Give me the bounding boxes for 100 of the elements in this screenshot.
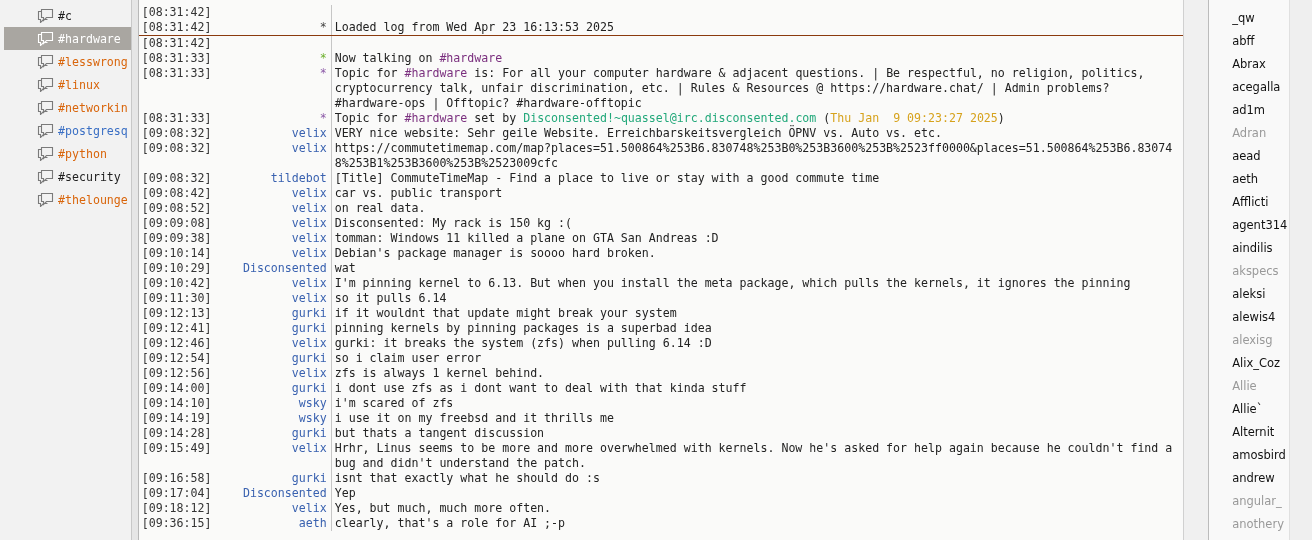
- nick: velix: [291, 501, 327, 515]
- user-list-item[interactable]: Alternit: [1232, 421, 1290, 444]
- timestamp: [09:14:19]: [141, 411, 212, 425]
- message-text: Disconsented: My rack is 150 kg :(: [334, 216, 572, 230]
- message-text: gurki: it breaks the system (zfs) when pulling 6.14 :D: [334, 336, 712, 350]
- nick: velix: [291, 126, 327, 140]
- user-list-item[interactable]: aindilis: [1232, 237, 1290, 260]
- nick: tildebot: [270, 171, 327, 185]
- nick: gurki: [291, 381, 327, 395]
- timestamp: [09:10:42]: [141, 276, 212, 290]
- chat-bubble-icon: [37, 54, 54, 69]
- channel-item[interactable]: #postgresq: [4, 119, 131, 142]
- nick: velix: [291, 201, 327, 215]
- timestamp: [09:18:12]: [141, 501, 212, 515]
- nick: velix: [291, 231, 327, 245]
- timestamp: [08:31:33]: [141, 111, 212, 125]
- message-link[interactable]: https://commutetimemap.com/map?places=51.500864%253B6.830748%253B0%253B3600%253B%2523ff0000&places=51.500864%253B6.830748%253B1%253B3600%253B%2523009cfc: [334, 141, 1180, 171]
- channel-item[interactable]: #c: [4, 4, 131, 27]
- message-text: I'm pinning kernel to 6.13. But when you install the meta package, which pulls the kernels, it ignores the pinning: [334, 276, 1131, 290]
- message-text: so i claim user error: [334, 351, 482, 365]
- message-text: i use it on my freebsd and it thrills me: [334, 411, 614, 425]
- user-list-item[interactable]: Alix_Coz: [1232, 352, 1290, 375]
- timestamp: [09:10:29]: [141, 261, 212, 275]
- message-text: if it wouldnt that update might break your system: [334, 306, 677, 320]
- timestamp: [09:12:56]: [141, 366, 212, 380]
- user-list-item[interactable]: abff: [1232, 30, 1290, 53]
- user-list-item[interactable]: aead: [1232, 145, 1290, 168]
- message-text: but thats a tangent discussion: [334, 426, 545, 440]
- message-text: isnt that exactly what he should do :s: [334, 471, 600, 485]
- timestamp: [09:08:32]: [141, 141, 212, 155]
- timestamp: [08:31:42]: [141, 5, 212, 19]
- splitter[interactable]: [130, 0, 139, 540]
- chat-bubble-icon: [37, 100, 54, 115]
- timestamp: [09:14:10]: [141, 396, 212, 410]
- message-text: Hrhr, Linus seems to be more and more overwhelmed with kernels. Now he's asked for help again because he couldn't find a bug and didn't understand the patch.: [334, 441, 1174, 470]
- user-list-item[interactable]: amosbird: [1232, 444, 1290, 467]
- message-text: VERY nice website: Sehr geile Website. Erreichbarskeitsvergleich ÖPNV vs. Auto vs. etc.: [334, 126, 942, 140]
- chat-bubble-icon: [37, 77, 54, 92]
- timestamp: [09:12:54]: [141, 351, 212, 365]
- message-text: Yep: [334, 486, 356, 500]
- timestamp: [08:31:33]: [141, 66, 212, 80]
- message-text: tomman: Windows 11 killed a plane on GTA San Andreas :D: [334, 231, 719, 245]
- nick: velix: [291, 366, 327, 380]
- timestamp: [09:36:15]: [141, 516, 212, 530]
- timestamp: [09:08:32]: [141, 126, 212, 140]
- channel-item[interactable]: #security: [4, 165, 131, 188]
- user-list-item[interactable]: aeth: [1232, 168, 1290, 191]
- user-list-item[interactable]: Allie`: [1232, 398, 1290, 421]
- message-text: zfs is always 1 kernel behind.: [334, 366, 545, 380]
- message-text: on real data.: [334, 201, 426, 215]
- timestamp: [09:09:08]: [141, 216, 212, 230]
- user-list-item[interactable]: aleksi: [1232, 283, 1290, 306]
- timestamp: [08:31:42]: [141, 20, 212, 34]
- nick: *: [319, 66, 327, 80]
- user-list-item[interactable]: ad1m: [1232, 99, 1290, 122]
- message-text: Now talking on #hardware: [334, 51, 503, 65]
- user-list-item[interactable]: alewis4: [1232, 306, 1290, 329]
- timestamp: [08:31:42]: [141, 36, 212, 50]
- nick: *: [319, 111, 327, 125]
- message-text: clearly, that's a role for AI ;-p: [334, 516, 566, 530]
- user-list-item[interactable]: _qw: [1232, 7, 1290, 30]
- nick: velix: [291, 186, 327, 200]
- nick: velix: [291, 291, 327, 305]
- user-list-item[interactable]: acegalla: [1232, 76, 1290, 99]
- timestamp: [09:08:42]: [141, 186, 212, 200]
- message-text: car vs. public transport: [334, 186, 503, 200]
- message-text: Topic for #hardware set by Disconsented!~quassel@irc.disconsented.com (Thu Jan 9 09:23:27 2025): [334, 111, 1005, 125]
- chat-bubble-icon: [37, 123, 54, 138]
- timestamp: [09:08:52]: [141, 201, 212, 215]
- message-text: Yes, but much, much more often.: [334, 501, 552, 515]
- timestamp: [08:31:33]: [141, 51, 212, 65]
- timestamp: [09:15:49]: [141, 441, 212, 455]
- timestamp: [09:08:32]: [141, 171, 212, 185]
- nick: gurki: [291, 471, 327, 485]
- timestamp: [09:12:41]: [141, 321, 212, 335]
- message-text: Loaded log from Wed Apr 23 16:13:53 2025: [334, 20, 614, 34]
- nick: wsky: [298, 411, 327, 425]
- message-text: [Title] CommuteTimeMap - Find a place to live or stay with a good commute time: [334, 171, 880, 185]
- nick: *: [319, 51, 327, 65]
- user-list-item[interactable]: Afflicti: [1232, 191, 1290, 214]
- nick: wsky: [298, 396, 327, 410]
- nick: gurki: [291, 426, 327, 440]
- user-list-item[interactable]: agent314: [1232, 214, 1290, 237]
- message-text: Debian's package manager is soooo hard broken.: [334, 246, 656, 260]
- user-list-item[interactable]: Abrax: [1232, 53, 1290, 76]
- nick: velix: [291, 276, 327, 290]
- message-text: i'm scared of zfs: [334, 396, 454, 410]
- user-list-item[interactable]: andrew: [1232, 467, 1290, 490]
- timestamp: [09:09:38]: [141, 231, 212, 245]
- timestamp: [09:14:28]: [141, 426, 212, 440]
- nick: Disconsented: [242, 486, 327, 500]
- timestamp: [09:16:58]: [141, 471, 212, 485]
- timestamp: [09:10:14]: [141, 246, 212, 260]
- message-text: i dont use zfs as i dont want to deal with that kinda stuff: [334, 381, 747, 395]
- timestamp: [09:17:04]: [141, 486, 212, 500]
- chat-bubble-icon: [37, 146, 54, 161]
- nick: gurki: [291, 321, 327, 335]
- nick: velix: [291, 246, 327, 260]
- message-text: wat: [334, 261, 356, 275]
- timestamp: [09:14:00]: [141, 381, 212, 395]
